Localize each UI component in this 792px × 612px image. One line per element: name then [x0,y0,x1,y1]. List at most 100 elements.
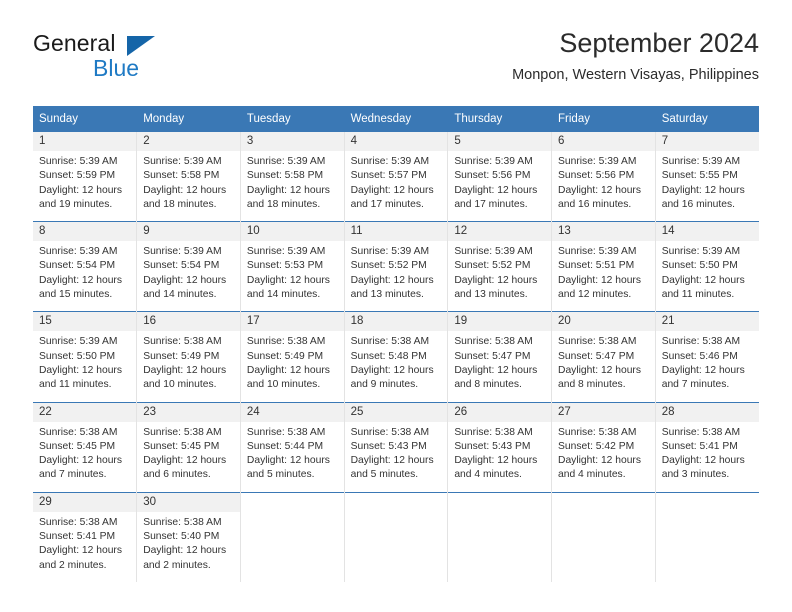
daylight-text-line1: Daylight: 12 hours [661,274,745,286]
day-number: 16 [137,312,240,332]
sunrise-text: Sunrise: 5:39 AM [246,246,326,258]
daylight-text-line2: and 17 minutes. [454,198,528,210]
daylight-text-line1: Daylight: 12 hours [39,364,122,376]
weekday-header-sunday: Sunday [33,106,138,132]
daylight-text-line1: Daylight: 12 hours [661,455,745,467]
calendar-day-cell[interactable]: 18 Sunrise: 5:38 AM Sunset: 5:48 PM Dayligh… [344,311,449,403]
sunrise-text: Sunrise: 5:39 AM [558,246,637,258]
calendar-day-cell[interactable]: 8 Sunrise: 5:39 AM Sunset: 5:54 PM Daylight… [33,221,138,312]
sunset-text: Sunset: 5:49 PM [246,350,324,362]
calendar-day-cell[interactable]: 22 Sunrise: 5:38 AM Sunset: 5:45 PM Dayligh… [33,401,138,493]
day-info: Sunrise: 5:39 AM Sunset: 5:54 PM Daylight:… [33,241,136,311]
sunset-text: Sunset: 5:54 PM [39,260,116,272]
calendar-day-cell[interactable]: 23 Sunrise: 5:38 AM Sunset: 5:45 PM Dayligh… [136,401,241,493]
weekday-header-saturday: Saturday [655,106,759,132]
daylight-text-line2: and 5 minutes. [350,469,419,481]
daylight-text-line2: and 2 minutes. [39,559,107,571]
day-info: Sunrise: 5:39 AM Sunset: 5:56 PM Daylight:… [552,151,655,221]
daylight-text-line1: Daylight: 12 hours [39,184,122,196]
daylight-text-line1: Daylight: 12 hours [246,274,330,286]
sunrise-text: Sunrise: 5:39 AM [350,156,430,167]
calendar-day-cell[interactable]: 11 Sunrise: 5:39 AM Sunset: 5:52 PM Dayligh… [344,221,449,312]
calendar-day-cell[interactable]: 5 Sunrise: 5:39 AM Sunset: 5:56 PM Daylight… [447,132,553,222]
calendar-day-cell[interactable]: 17 Sunrise: 5:38 AM Sunset: 5:49 PM Dayligh… [240,311,345,403]
calendar-day-cell[interactable]: 26 Sunrise: 5:38 AM Sunset: 5:43 PM Dayligh… [447,401,553,493]
page-header: General Blue September 2024 Monpon, West… [33,26,759,100]
daylight-text-line2: and 8 minutes. [558,379,626,391]
calendar-day-cell[interactable]: 19 Sunrise: 5:38 AM Sunset: 5:47 PM Dayligh… [447,311,553,403]
day-number: 28 [655,402,759,422]
sunset-text: Sunset: 5:54 PM [143,260,220,272]
daylight-text-line2: and 12 minutes. [558,289,632,301]
calendar-day-cell[interactable]: 30 Sunrise: 5:38 AM Sunset: 5:40 PM Dayligh… [136,491,241,582]
calendar-day-cell[interactable]: 27 Sunrise: 5:38 AM Sunset: 5:42 PM Dayligh… [551,401,656,493]
daylight-text-line1: Daylight: 12 hours [661,184,745,196]
sunset-text: Sunset: 5:40 PM [143,531,220,543]
sunset-text: Sunset: 5:58 PM [143,170,220,182]
day-info: Sunrise: 5:38 AM Sunset: 5:47 PM Daylight:… [552,331,655,401]
daylight-text-line2: and 19 minutes. [39,198,113,210]
sunrise-text: Sunrise: 5:39 AM [143,156,222,167]
calendar-day-cell[interactable]: 1 Sunrise: 5:39 AM Sunset: 5:59 PM Daylight… [33,132,138,222]
sunset-text: Sunset: 5:49 PM [143,350,220,362]
day-info: Sunrise: 5:38 AM Sunset: 5:45 PM Daylight:… [137,422,240,492]
day-info: Sunrise: 5:39 AM Sunset: 5:59 PM Daylight:… [33,151,136,221]
calendar-day-cell[interactable]: 12 Sunrise: 5:39 AM Sunset: 5:52 PM Dayligh… [447,221,553,312]
calendar-day-cell[interactable]: 6 Sunrise: 5:39 AM Sunset: 5:56 PM Daylight… [551,132,656,222]
day-number: 2 [137,132,240,151]
daylight-text-line2: and 2 minutes. [143,559,211,571]
calendar-day-cell[interactable]: 14 Sunrise: 5:39 AM Sunset: 5:50 PM Dayligh… [655,221,759,312]
sunrise-text: Sunrise: 5:38 AM [558,336,637,348]
day-info: Sunrise: 5:39 AM Sunset: 5:50 PM Daylight:… [656,241,759,311]
calendar-day-cell[interactable]: 28 Sunrise: 5:38 AM Sunset: 5:41 PM Dayligh… [655,401,759,493]
day-info: Sunrise: 5:38 AM Sunset: 5:41 PM Daylight:… [656,422,759,492]
daylight-text-line2: and 7 minutes. [39,469,107,481]
calendar-day-cell[interactable]: 13 Sunrise: 5:39 AM Sunset: 5:51 PM Dayligh… [551,221,656,312]
day-number: 27 [552,402,655,422]
calendar-day-cell[interactable]: 15 Sunrise: 5:39 AM Sunset: 5:50 PM Dayligh… [33,311,138,403]
calendar-day-cell[interactable]: 2 Sunrise: 5:39 AM Sunset: 5:58 PM Daylight… [136,132,241,222]
calendar-day-cell[interactable]: 24 Sunrise: 5:38 AM Sunset: 5:44 PM Dayligh… [240,401,345,493]
sunset-text: Sunset: 5:59 PM [39,170,116,182]
day-number: 6 [552,132,655,151]
day-number: 29 [33,492,137,512]
daylight-text-line2: and 16 minutes. [661,198,735,210]
calendar-day-cell[interactable]: 21 Sunrise: 5:38 AM Sunset: 5:46 PM Dayligh… [655,311,759,403]
calendar-table: Sunday Monday Tuesday Wednesday Thursday Frid… [33,106,759,582]
calendar-week-row: 1 Sunrise: 5:39 AM Sunset: 5:59 PM Daylight… [33,132,759,222]
calendar-day-cell[interactable]: 3 Sunrise: 5:39 AM Sunset: 5:58 PM Daylight… [240,132,345,222]
sunrise-text: Sunrise: 5:38 AM [661,336,741,348]
day-number: 3 [240,132,344,151]
generalblue-logo[interactable]: General Blue [33,30,253,88]
sunset-text: Sunset: 5:58 PM [246,170,324,182]
day-number: 26 [448,402,552,422]
sunrise-text: Sunrise: 5:38 AM [143,516,222,528]
day-number: 25 [344,402,448,422]
daylight-text-line2: and 8 minutes. [454,379,522,391]
daylight-text-line2: and 11 minutes. [39,379,112,391]
calendar-cell-empty [344,491,449,582]
calendar-day-cell[interactable]: 25 Sunrise: 5:38 AM Sunset: 5:43 PM Dayligh… [344,401,449,493]
calendar-day-cell[interactable]: 4 Sunrise: 5:39 AM Sunset: 5:57 PM Daylight… [344,132,449,222]
sunrise-text: Sunrise: 5:38 AM [39,516,118,528]
daylight-text-line2: and 13 minutes. [454,289,528,301]
calendar-day-cell[interactable]: 7 Sunrise: 5:39 AM Sunset: 5:55 PM Daylight… [655,132,759,222]
calendar-day-cell[interactable]: 20 Sunrise: 5:38 AM Sunset: 5:47 PM Dayligh… [551,311,656,403]
calendar-day-cell[interactable]: 16 Sunrise: 5:38 AM Sunset: 5:49 PM Dayligh… [136,311,241,403]
sunset-text: Sunset: 5:51 PM [558,260,635,272]
day-number: 18 [344,312,448,332]
daylight-text-line2: and 5 minutes. [246,469,315,481]
calendar-day-cell[interactable]: 10 Sunrise: 5:39 AM Sunset: 5:53 PM Dayligh… [240,221,345,312]
daylight-text-line1: Daylight: 12 hours [558,455,642,467]
calendar-day-cell[interactable]: 9 Sunrise: 5:39 AM Sunset: 5:54 PM Daylight… [136,221,241,312]
calendar-day-cell[interactable]: 29 Sunrise: 5:38 AM Sunset: 5:41 PM Dayligh… [33,491,138,582]
daylight-text-line2: and 4 minutes. [558,469,626,481]
calendar-cell-empty [551,491,656,582]
sunrise-text: Sunrise: 5:39 AM [454,156,533,167]
weekday-header-friday: Friday [551,106,656,132]
day-number: 8 [33,222,137,242]
day-info: Sunrise: 5:39 AM Sunset: 5:52 PM Daylight:… [448,241,551,311]
weekday-header-tuesday: Tuesday [240,106,345,132]
sunset-text: Sunset: 5:47 PM [558,350,635,362]
daylight-text-line1: Daylight: 12 hours [454,274,538,286]
